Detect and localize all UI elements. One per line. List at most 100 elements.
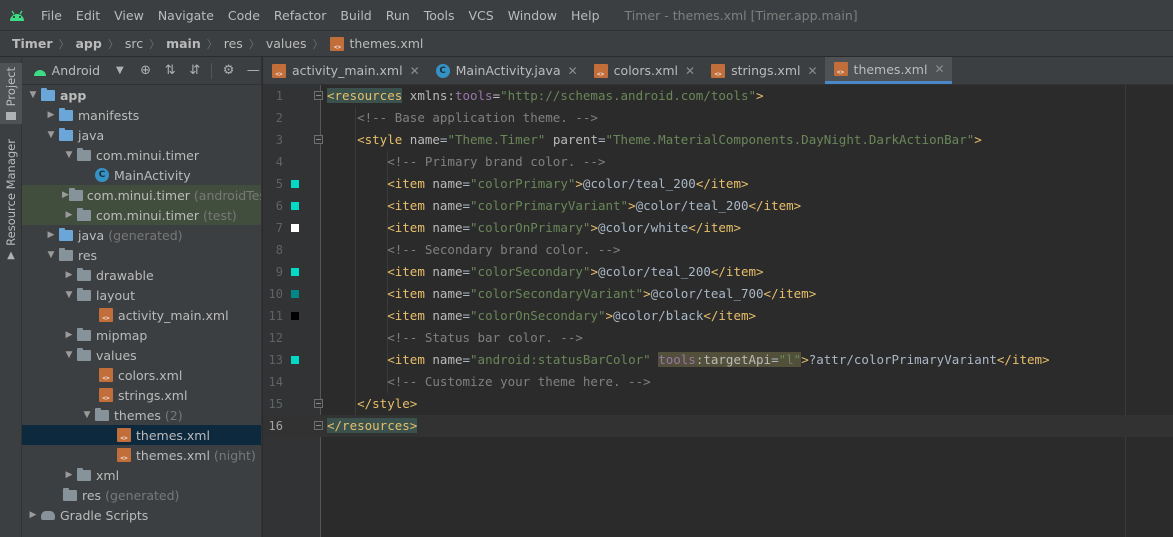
close-icon[interactable]: ✕ — [410, 64, 420, 78]
chevron-down-icon[interactable]: ▼ — [62, 148, 76, 162]
color-swatch-icon[interactable] — [291, 268, 299, 276]
line-number: 1 — [275, 89, 283, 103]
tree-item-mipmap[interactable]: ▶ mipmap — [22, 325, 261, 345]
menu-code[interactable]: Code — [221, 0, 267, 30]
chevron-down-icon[interactable]: ▼ — [44, 248, 58, 262]
resource-manager-tool-button[interactable]: Resource Manager ▲ — [0, 139, 22, 261]
dropdown-arrow-icon[interactable]: ▼ — [116, 65, 124, 76]
menu-vcs[interactable]: VCS — [462, 0, 501, 30]
expand-all-icon[interactable]: ⇅ — [162, 63, 178, 79]
color-swatch-icon[interactable] — [291, 290, 299, 298]
code-line: 3 <style name="Theme.Timer" parent="Them… — [263, 129, 1173, 151]
breadcrumb-main[interactable]: main — [166, 36, 201, 51]
tree-item-colors-xml[interactable]: <> colors.xml — [22, 365, 261, 385]
menu-navigate[interactable]: Navigate — [151, 0, 221, 30]
chevron-down-icon[interactable]: ▼ — [26, 88, 40, 102]
menu-view[interactable]: View — [107, 0, 151, 30]
tree-item-res[interactable]: ▼ res — [22, 245, 261, 265]
color-swatch-icon[interactable] — [291, 180, 299, 188]
menu-file[interactable]: File — [34, 0, 69, 30]
fold-icon[interactable] — [314, 421, 323, 430]
tree-item-label: Gradle Scripts — [60, 507, 149, 523]
code-text: <resources xmlns:tools="http://schemas.a… — [327, 88, 764, 103]
chevron-right-icon[interactable]: ▶ — [26, 508, 40, 522]
tree-item-themes-group[interactable]: ▼ themes (2) — [22, 405, 261, 425]
tree-item-package-androidtest[interactable]: ▶ com.minui.timer (androidTest) — [22, 185, 261, 205]
tree-item-manifests[interactable]: ▶ manifests — [22, 105, 261, 125]
chevron-right-icon[interactable]: ▶ — [62, 468, 76, 482]
chevron-down-icon[interactable]: ▼ — [62, 348, 76, 362]
chevron-right-icon[interactable]: ▶ — [62, 268, 76, 282]
tab-label: colors.xml — [613, 63, 678, 78]
menu-build[interactable]: Build — [333, 0, 378, 30]
tree-item-strings-xml[interactable]: <> strings.xml — [22, 385, 261, 405]
close-icon[interactable]: ✕ — [934, 62, 944, 76]
tree-item-themes-xml-night[interactable]: <> themes.xml (night) — [22, 445, 261, 465]
target-api-attribute[interactable]: tools:targetApi="l" — [658, 352, 802, 367]
chevron-right-icon[interactable]: ▶ — [44, 228, 58, 242]
close-icon[interactable]: ✕ — [685, 64, 695, 78]
code-line: 13 <item name="android:statusBarColor" t… — [263, 349, 1173, 371]
tree-item-gradle-scripts[interactable]: ▶ Gradle Scripts — [22, 505, 261, 525]
color-swatch-icon[interactable] — [291, 356, 299, 364]
tree-item-label: java — [78, 227, 105, 243]
breadcrumb-res[interactable]: res — [224, 36, 243, 51]
code-text: <item name="colorSecondary">@color/teal_… — [387, 264, 764, 279]
tab-activity-main-xml[interactable]: <> activity_main.xml ✕ — [263, 57, 427, 84]
collapse-all-icon[interactable]: ⇵ — [187, 63, 203, 79]
chevron-down-icon[interactable]: ▼ — [62, 288, 76, 302]
breadcrumb-project[interactable]: Timer — [12, 36, 52, 51]
fold-icon[interactable] — [314, 135, 323, 144]
close-icon[interactable]: ✕ — [807, 64, 817, 78]
tab-colors-xml[interactable]: <> colors.xml ✕ — [585, 57, 702, 84]
line-number: 7 — [275, 221, 283, 235]
tree-item-java[interactable]: ▼ java — [22, 125, 261, 145]
code-editor[interactable]: 1 <resources xmlns:tools="http://schemas… — [263, 85, 1173, 537]
tab-mainactivity-java[interactable]: C MainActivity.java ✕ — [427, 57, 585, 84]
menu-edit[interactable]: Edit — [69, 0, 107, 30]
breadcrumb-values[interactable]: values — [266, 36, 307, 51]
menu-window[interactable]: Window — [501, 0, 564, 30]
menu-refactor[interactable]: Refactor — [267, 0, 333, 30]
color-swatch-icon[interactable] — [291, 202, 299, 210]
menu-run[interactable]: Run — [379, 0, 417, 30]
tree-item-layout[interactable]: ▼ layout — [22, 285, 261, 305]
color-swatch-icon[interactable] — [291, 312, 299, 320]
tab-strings-xml[interactable]: <> strings.xml ✕ — [702, 57, 824, 84]
tree-item-res-generated[interactable]: res (generated) — [22, 485, 261, 505]
tab-themes-xml[interactable]: <> themes.xml ✕ — [824, 57, 952, 84]
view-selector[interactable]: Android — [52, 63, 100, 78]
breadcrumb-file[interactable]: themes.xml — [349, 36, 423, 51]
chevron-down-icon[interactable]: ▼ — [80, 408, 94, 422]
breadcrumb-src[interactable]: src — [125, 36, 143, 51]
gear-icon[interactable]: ⚙ — [221, 63, 237, 79]
menu-tools[interactable]: Tools — [417, 0, 462, 30]
fold-icon[interactable] — [314, 91, 323, 100]
chevron-right-icon[interactable]: ▶ — [62, 208, 76, 222]
tree-item-drawable[interactable]: ▶ drawable — [22, 265, 261, 285]
editor-tab-bar: <> activity_main.xml ✕ C MainActivity.ja… — [263, 57, 1173, 85]
tree-item-values[interactable]: ▼ values — [22, 345, 261, 365]
close-icon[interactable]: ✕ — [568, 64, 578, 78]
breadcrumb-app[interactable]: app — [75, 36, 101, 51]
tree-item-xml[interactable]: ▶ xml — [22, 465, 261, 485]
tree-item-mainactivity[interactable]: C MainActivity — [22, 165, 261, 185]
tree-item-app[interactable]: ▼ app — [22, 85, 261, 105]
chevron-down-icon[interactable]: ▼ — [44, 128, 58, 142]
color-swatch-icon[interactable] — [291, 224, 299, 232]
hide-panel-icon[interactable]: — — [245, 63, 261, 79]
tree-item-themes-xml[interactable]: <> themes.xml — [22, 425, 261, 445]
fold-icon[interactable] — [314, 399, 323, 408]
tree-item-package-test[interactable]: ▶ com.minui.timer (test) — [22, 205, 261, 225]
chevron-right-icon: 〉 — [248, 37, 260, 51]
tree-item-package[interactable]: ▼ com.minui.timer — [22, 145, 261, 165]
locate-file-icon[interactable]: ⊕ — [138, 63, 154, 79]
project-tool-button[interactable]: Project — [0, 63, 22, 125]
tree-item-java-generated[interactable]: ▶ java (generated) — [22, 225, 261, 245]
chevron-right-icon[interactable]: ▶ — [62, 188, 69, 202]
chevron-right-icon[interactable]: ▶ — [62, 328, 76, 342]
tree-item-activity-main-xml[interactable]: <> activity_main.xml — [22, 305, 261, 325]
line-number: 12 — [268, 331, 283, 345]
chevron-right-icon[interactable]: ▶ — [44, 108, 58, 122]
menu-help[interactable]: Help — [564, 0, 607, 30]
